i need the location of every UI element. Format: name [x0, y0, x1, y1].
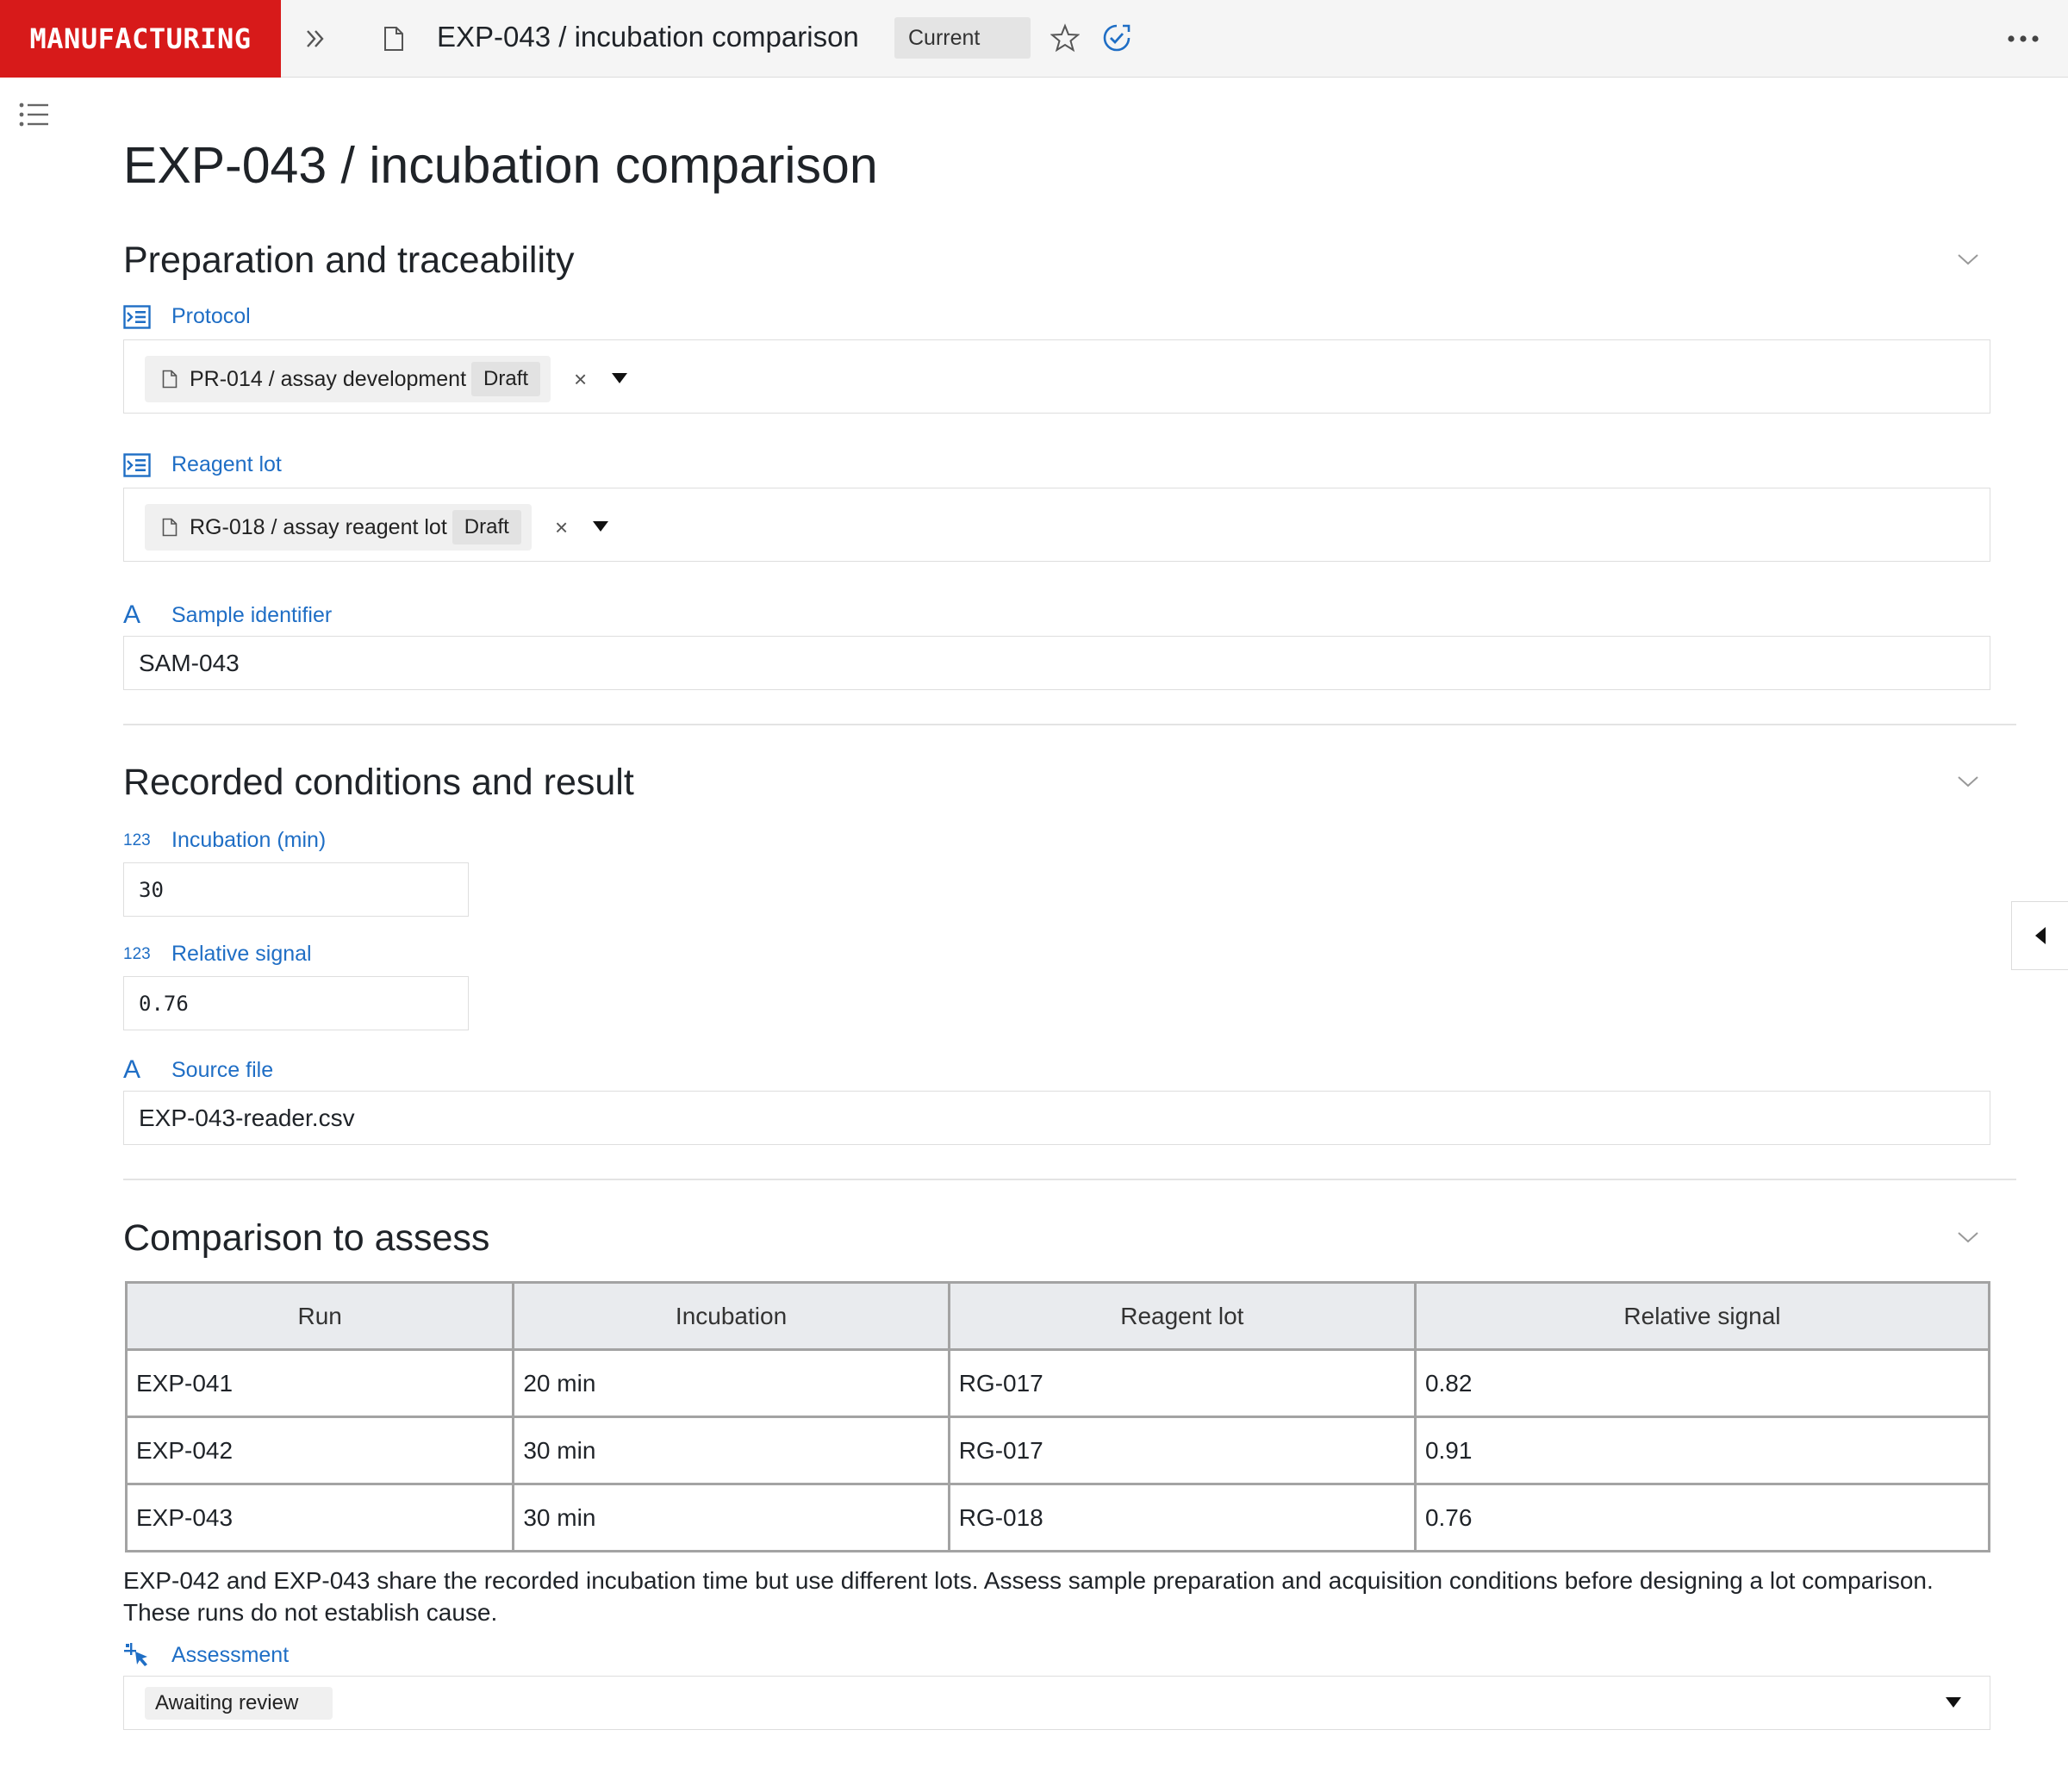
protocol-label-text: Protocol: [171, 304, 251, 328]
verified-check-icon[interactable]: [1101, 22, 1132, 53]
table-header-row: Run Incubation Reagent lot Relative sign…: [124, 1281, 1991, 1351]
text-field-icon: A: [123, 600, 141, 629]
relative-signal-label: 123 Relative signal: [123, 942, 312, 967]
table-of-contents-icon[interactable]: [19, 102, 50, 132]
protocol-dropdown-icon[interactable]: [612, 373, 627, 383]
side-panel-toggle[interactable]: [2011, 901, 2068, 970]
relative-signal-input[interactable]: 0.76: [123, 976, 469, 1030]
header-title: EXP-043 / incubation comparison: [437, 21, 859, 53]
triangle-left-icon: [2034, 927, 2046, 944]
double-chevron-right-icon[interactable]: [302, 24, 329, 53]
reagent-lot-chip[interactable]: RG-018 / assay reagent lot Draft: [145, 504, 532, 551]
reagent-lot-status-badge: Draft: [452, 510, 521, 544]
table-cell: 0.91: [1413, 1416, 1991, 1485]
clear-protocol-icon[interactable]: ×: [574, 366, 587, 393]
table-cell: EXP-043: [124, 1483, 515, 1552]
sample-identifier-input[interactable]: SAM-043: [123, 636, 1990, 690]
relation-field-icon: [123, 304, 171, 329]
incubation-input[interactable]: 30: [123, 862, 469, 917]
table-cell: RG-017: [947, 1348, 1417, 1418]
table-cell: EXP-042: [124, 1416, 515, 1485]
section-divider: [123, 724, 2016, 725]
document-icon: [162, 518, 178, 537]
assessment-label-text: Assessment: [171, 1642, 290, 1667]
source-file-label: A Source file: [123, 1055, 273, 1085]
star-icon[interactable]: [1050, 22, 1081, 53]
table-cell: EXP-041: [124, 1348, 515, 1418]
table-row: EXP-043 30 min RG-018 0.76: [124, 1483, 1991, 1552]
table-row: EXP-041 20 min RG-017 0.82: [124, 1348, 1991, 1418]
reagent-lot-label-text: Reagent lot: [171, 452, 282, 476]
source-file-label-text: Source file: [171, 1057, 274, 1082]
reagent-lot-dropdown-icon[interactable]: [593, 521, 608, 532]
source-file-input[interactable]: EXP-043-reader.csv: [123, 1091, 1990, 1145]
table-cell: 0.82: [1413, 1348, 1991, 1418]
document-icon: [381, 24, 407, 53]
assessment-value: Awaiting review: [145, 1687, 333, 1720]
table-cell: 30 min: [512, 1416, 950, 1485]
sample-identifier-label: A Sample identifier: [123, 600, 332, 630]
assessment-dropdown-icon[interactable]: [1946, 1697, 1961, 1708]
table-cell: 0.76: [1413, 1483, 1991, 1552]
document-icon: [162, 370, 178, 389]
status-badge[interactable]: Current: [894, 17, 1031, 59]
chevron-down-icon[interactable]: [1956, 774, 1980, 793]
assessment-select[interactable]: Awaiting review: [123, 1676, 1990, 1730]
chevron-down-icon[interactable]: [1956, 252, 1980, 271]
page-title: EXP-043 / incubation comparison: [123, 137, 878, 194]
section-title-preparation: Preparation and traceability: [123, 240, 575, 281]
protocol-status-badge: Draft: [471, 362, 541, 396]
table-cell: 20 min: [512, 1348, 950, 1418]
column-header: Reagent lot: [947, 1281, 1417, 1351]
incubation-label: 123 Incubation (min): [123, 828, 326, 853]
column-header: Relative signal: [1413, 1281, 1991, 1351]
table-row: EXP-042 30 min RG-017 0.91: [124, 1416, 1991, 1485]
assessment-label: Assessment: [123, 1641, 289, 1669]
column-header: Incubation: [512, 1281, 950, 1351]
comparison-note: EXP-042 and EXP-043 share the recorded i…: [123, 1567, 1934, 1626]
text-field-icon: A: [123, 1055, 141, 1084]
section-title-comparison: Comparison to assess: [123, 1217, 490, 1259]
protocol-chip[interactable]: PR-014 / assay development Draft: [145, 356, 551, 402]
section-divider: [123, 1179, 2016, 1180]
brand-logo[interactable]: MANUFACTURING: [0, 0, 281, 78]
comparison-table: Run Incubation Reagent lot Relative sign…: [124, 1281, 1991, 1552]
protocol-label: Protocol: [123, 304, 251, 329]
protocol-field[interactable]: PR-014 / assay development Draft ×: [123, 339, 1990, 414]
relation-field-icon: [123, 452, 171, 477]
sample-identifier-label-text: Sample identifier: [171, 602, 333, 627]
reagent-lot-field[interactable]: RG-018 / assay reagent lot Draft ×: [123, 488, 1990, 562]
protocol-value: PR-014 / assay development: [190, 366, 467, 391]
table-cell: 30 min: [512, 1483, 950, 1552]
section-title-conditions: Recorded conditions and result: [123, 762, 634, 803]
number-field-icon: 123: [123, 944, 151, 963]
select-field-icon: [123, 1641, 171, 1669]
column-header: Run: [124, 1281, 515, 1351]
reagent-lot-label: Reagent lot: [123, 452, 282, 477]
top-bar: MANUFACTURING EXP-043 / incubation compa…: [0, 0, 2068, 78]
more-icon[interactable]: [2006, 26, 2040, 52]
table-cell: RG-017: [947, 1416, 1417, 1485]
table-cell: RG-018: [947, 1483, 1417, 1552]
relative-signal-label-text: Relative signal: [171, 942, 312, 966]
incubation-label-text: Incubation (min): [171, 828, 327, 852]
reagent-lot-value: RG-018 / assay reagent lot: [190, 514, 447, 539]
number-field-icon: 123: [123, 831, 151, 849]
chevron-down-icon[interactable]: [1956, 1229, 1980, 1249]
clear-reagent-lot-icon[interactable]: ×: [555, 514, 568, 541]
